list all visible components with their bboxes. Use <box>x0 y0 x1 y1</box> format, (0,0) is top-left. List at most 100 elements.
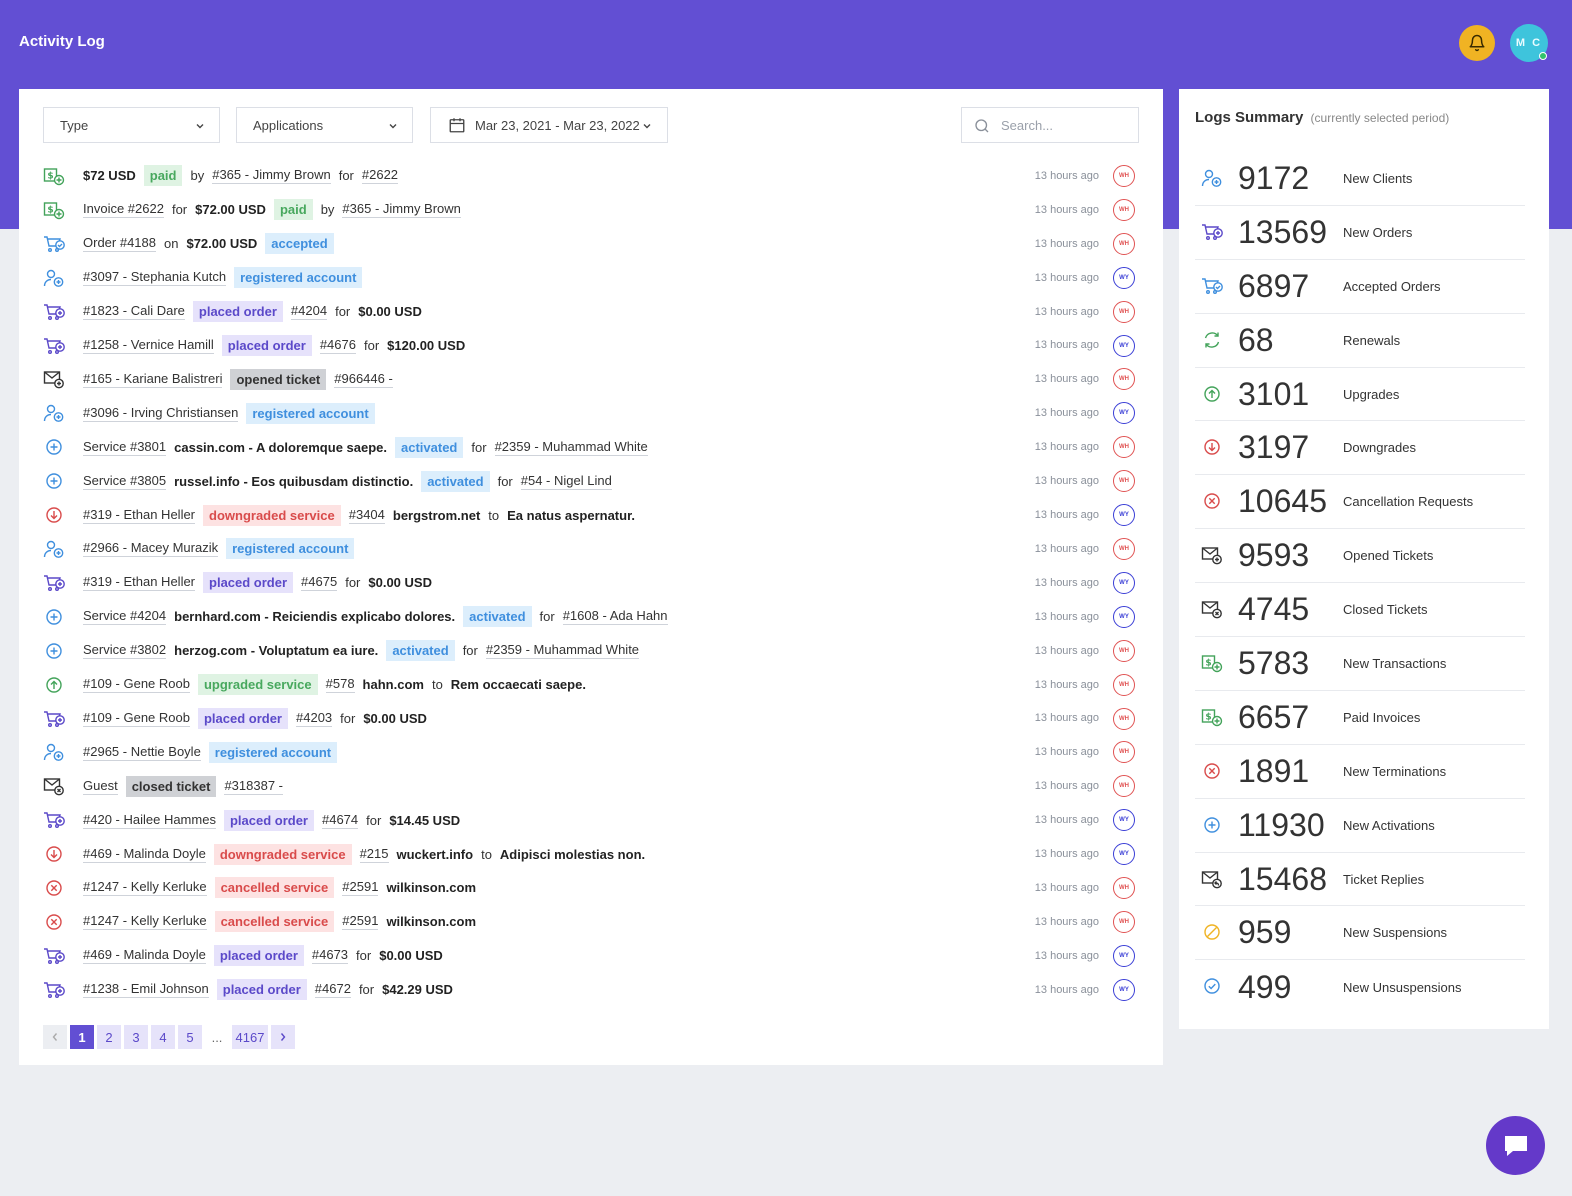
log-link[interactable]: #109 - Gene Roob <box>83 710 190 727</box>
log-user-avatar[interactable]: WY <box>1113 504 1135 527</box>
log-link[interactable]: #318387 - <box>224 778 284 795</box>
log-link[interactable]: #2591 <box>342 879 379 897</box>
log-link[interactable]: Service #3802 <box>83 642 167 660</box>
summary-subtitle: (currently selected period) <box>1310 111 1450 125</box>
log-link[interactable]: #4675 <box>301 574 338 592</box>
log-row: #1258 - Vernice Hamill placed order #4676 f… <box>19 329 1163 363</box>
log-link[interactable]: #165 - Kariane Balistreri <box>83 371 223 388</box>
log-text: by <box>320 202 335 218</box>
search-box <box>961 107 1139 143</box>
search-input[interactable] <box>1001 117 1131 133</box>
log-link[interactable]: #4674 <box>321 812 359 829</box>
log-link[interactable]: #469 - Malinda Doyle <box>83 947 206 965</box>
log-link[interactable]: #469 - Malinda Doyle <box>83 846 206 863</box>
page-button-4[interactable]: 4 <box>151 1025 175 1049</box>
log-user-avatar[interactable]: WH <box>1113 910 1135 933</box>
action-badge: registered account <box>234 267 363 289</box>
log-link[interactable]: #54 - Nigel Lind <box>520 473 612 490</box>
log-user-avatar[interactable]: WH <box>1113 165 1135 187</box>
log-link[interactable]: #319 - Ethan Heller <box>83 507 196 524</box>
log-link[interactable]: Service #3805 <box>83 473 167 490</box>
log-link[interactable]: #3096 - Irving Christiansen <box>83 405 239 422</box>
log-link[interactable]: #578 <box>325 676 355 694</box>
log-link[interactable]: #2359 - Muhammad White <box>485 642 640 660</box>
log-link[interactable]: #1247 - Kelly Kerluke <box>83 879 207 897</box>
log-link[interactable]: #4204 <box>290 303 328 321</box>
log-user-avatar[interactable]: WH <box>1113 707 1135 730</box>
log-user-avatar[interactable]: WH <box>1113 232 1135 255</box>
log-user-avatar[interactable]: WH <box>1113 775 1135 798</box>
applications-filter-dropdown[interactable]: Applications <box>236 107 413 143</box>
log-link[interactable]: #3404 <box>348 507 385 524</box>
log-row: Service #4204 bernhard.com - Reiciendis e… <box>19 600 1163 634</box>
page-button-2[interactable]: 2 <box>97 1025 121 1049</box>
log-user-avatar[interactable]: WH <box>1113 368 1135 391</box>
last-page-button[interactable]: 4167 <box>232 1025 268 1049</box>
log-link[interactable]: #1247 - Kelly Kerluke <box>83 913 207 931</box>
log-user-avatar[interactable]: WY <box>1113 334 1135 357</box>
log-user-avatar[interactable]: WH <box>1113 198 1135 221</box>
prev-page-button[interactable] <box>43 1025 67 1049</box>
log-user-avatar[interactable]: WY <box>1113 605 1135 628</box>
log-user-avatar[interactable]: WY <box>1113 266 1135 289</box>
log-link[interactable]: Guest <box>83 778 118 795</box>
chat-button[interactable] <box>1486 1116 1545 1175</box>
log-user-avatar[interactable]: WH <box>1113 639 1135 662</box>
stat-label: Paid Invoices <box>1343 709 1421 725</box>
log-user-avatar[interactable]: WY <box>1113 843 1135 866</box>
log-link[interactable]: #4673 <box>311 947 349 965</box>
log-user-avatar[interactable]: WH <box>1113 741 1135 764</box>
stat-value: 3197 <box>1238 429 1310 466</box>
log-link[interactable]: Order #4188 <box>83 235 156 253</box>
log-link[interactable]: #4672 <box>314 981 351 999</box>
log-user-avatar[interactable]: WY <box>1113 402 1135 425</box>
type-filter-dropdown[interactable]: Type <box>43 107 220 143</box>
log-user-avatar[interactable]: WH <box>1113 537 1135 560</box>
page-button-1[interactable]: 1 <box>70 1025 94 1049</box>
log-link[interactable]: #2359 - Muhammad White <box>494 439 648 456</box>
log-user-avatar[interactable]: WH <box>1113 673 1135 696</box>
page-button-5[interactable]: 5 <box>178 1025 202 1049</box>
log-link[interactable]: #4676 <box>319 337 356 354</box>
stat-value: 9172 <box>1238 159 1310 196</box>
log-user-avatar[interactable]: WH <box>1113 300 1135 323</box>
log-link[interactable]: #2591 <box>342 913 379 931</box>
log-user-avatar[interactable]: WH <box>1113 470 1135 493</box>
log-link[interactable]: #420 - Hailee Hammes <box>83 812 216 829</box>
log-user-avatar[interactable]: WH <box>1113 436 1135 459</box>
log-link[interactable]: #3097 - Stephania Kutch <box>83 269 227 287</box>
log-link[interactable]: #365 - Jimmy Brown <box>342 201 461 219</box>
log-link[interactable]: Invoice #2622 <box>83 201 164 219</box>
log-link[interactable]: #1238 - Emil Johnson <box>83 981 209 999</box>
log-link[interactable]: #2622 <box>361 167 399 185</box>
user-avatar[interactable]: M C <box>1510 24 1548 62</box>
log-user-avatar[interactable]: WY <box>1113 571 1135 594</box>
log-link[interactable]: #966446 - <box>334 371 393 388</box>
log-user-avatar[interactable]: WY <box>1113 978 1135 1001</box>
notifications-button[interactable] <box>1459 25 1495 61</box>
log-message: #3096 - Irving Christiansen registered ac… <box>83 396 383 430</box>
log-link[interactable]: Service #4204 <box>83 608 167 626</box>
log-user-avatar[interactable]: WY <box>1113 809 1135 832</box>
log-link[interactable]: #215 <box>359 846 389 863</box>
stat-value: 3101 <box>1238 375 1310 412</box>
log-link[interactable]: #2966 - Macey Murazik <box>83 540 219 558</box>
log-link[interactable]: #109 - Gene Roob <box>83 676 190 694</box>
log-user-avatar[interactable]: WY <box>1113 944 1135 967</box>
log-text: for <box>340 710 356 726</box>
log-row: Order #4188 on $72.00 USD accepted 13 hours … <box>19 227 1163 261</box>
log-link[interactable]: #319 - Ethan Heller <box>83 574 196 592</box>
log-user-avatar[interactable]: WH <box>1113 877 1135 900</box>
log-link[interactable]: #1258 - Vernice Hamill <box>83 337 214 354</box>
log-link[interactable]: #1608 - Ada Hahn <box>562 608 668 626</box>
date-range-picker[interactable]: Mar 23, 2021 - Mar 23, 2022 <box>430 107 668 143</box>
page-button-3[interactable]: 3 <box>124 1025 148 1049</box>
stat-value: 6897 <box>1238 267 1310 304</box>
next-page-button[interactable] <box>271 1025 295 1049</box>
log-link[interactable]: #4203 <box>296 710 333 727</box>
log-link[interactable]: Service #3801 <box>83 439 167 456</box>
log-link[interactable]: #1823 - Cali Dare <box>83 303 185 321</box>
log-link[interactable]: #2965 - Nettie Boyle <box>83 744 201 761</box>
action-badge: cancelled service <box>214 911 335 933</box>
log-link[interactable]: #365 - Jimmy Brown <box>212 167 331 185</box>
